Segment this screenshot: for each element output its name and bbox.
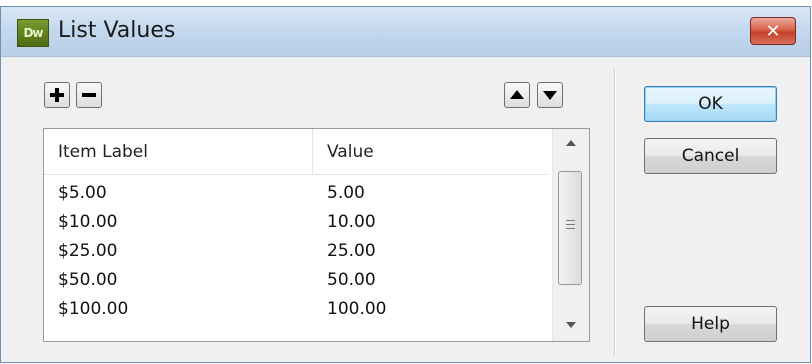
- scroll-down-arrow[interactable]: [553, 313, 589, 337]
- help-button[interactable]: Help: [644, 306, 777, 342]
- table-row[interactable]: $10.00 10.00: [44, 209, 548, 238]
- close-icon: ✕: [765, 20, 781, 42]
- item-label-cell: $100.00: [58, 299, 129, 319]
- close-button[interactable]: ✕: [750, 17, 796, 45]
- list-values-dialog: Dw List Values ✕ Item Label Value $5.00 …: [0, 6, 811, 363]
- dialog-body: Item Label Value $5.00 5.00 $10.00 10.00…: [9, 57, 802, 355]
- scroll-thumb[interactable]: [558, 171, 582, 285]
- scroll-down-icon: [566, 322, 576, 328]
- table-row[interactable]: $50.00 50.00: [44, 267, 548, 296]
- value-cell: 10.00: [327, 212, 376, 232]
- scroll-up-icon: [566, 140, 576, 146]
- value-cell: 100.00: [327, 299, 387, 319]
- add-item-button[interactable]: [44, 82, 70, 108]
- title-bar[interactable]: Dw List Values ✕: [1, 7, 810, 57]
- cancel-button[interactable]: Cancel: [644, 138, 777, 174]
- dialog-title: List Values: [58, 18, 176, 43]
- remove-item-button[interactable]: [76, 82, 102, 108]
- plus-icon: [50, 88, 64, 102]
- value-cell: 50.00: [327, 270, 376, 290]
- column-divider[interactable]: [312, 129, 313, 174]
- table-row[interactable]: $5.00 5.00: [44, 180, 548, 209]
- triangle-up-icon: [510, 90, 524, 99]
- table-row[interactable]: $25.00 25.00: [44, 238, 548, 267]
- column-header-item-label[interactable]: Item Label: [58, 142, 148, 162]
- list-values-table[interactable]: Item Label Value $5.00 5.00 $10.00 10.00…: [43, 128, 590, 342]
- item-label-cell: $5.00: [58, 183, 107, 203]
- table-row[interactable]: $100.00 100.00: [44, 296, 548, 325]
- scroll-up-arrow[interactable]: [553, 131, 589, 155]
- vertical-separator: [614, 69, 616, 355]
- item-label-cell: $50.00: [58, 270, 118, 290]
- item-label-cell: $10.00: [58, 212, 118, 232]
- item-label-cell: $25.00: [58, 241, 118, 261]
- triangle-down-icon: [543, 91, 557, 100]
- column-header-value[interactable]: Value: [327, 142, 374, 162]
- grip-line: [566, 220, 575, 221]
- move-up-button[interactable]: [504, 82, 530, 108]
- table-header: Item Label Value: [44, 129, 548, 175]
- grip-line: [566, 224, 575, 225]
- vertical-scrollbar[interactable]: [552, 129, 589, 341]
- dreamweaver-app-icon: Dw: [17, 19, 49, 47]
- move-down-button[interactable]: [537, 82, 563, 108]
- minus-icon: [82, 93, 96, 97]
- grip-line: [566, 228, 575, 229]
- ok-button[interactable]: OK: [644, 86, 777, 122]
- value-cell: 25.00: [327, 241, 376, 261]
- value-cell: 5.00: [327, 183, 365, 203]
